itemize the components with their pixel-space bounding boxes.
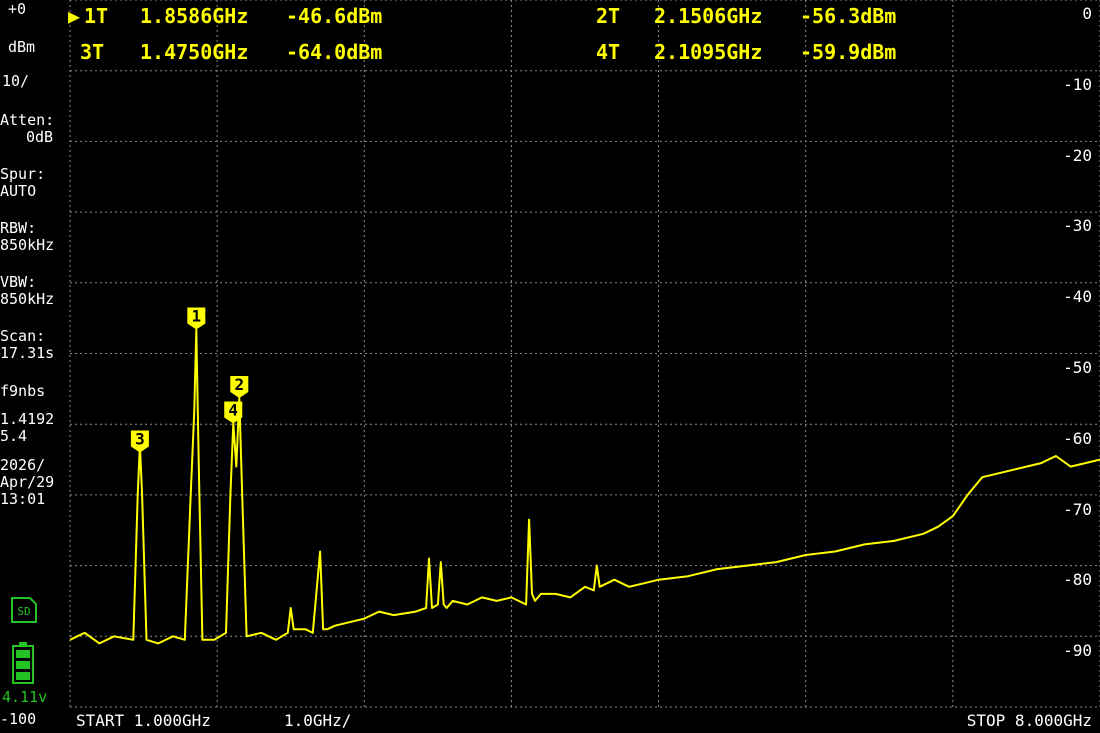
plot-grid [69, 0, 1100, 708]
y-tick-label: -80 [1063, 570, 1092, 589]
stop-frequency[interactable]: STOP 8.000GHz [967, 713, 1092, 729]
marker-4-id[interactable]: 4T [596, 41, 620, 63]
marker-flag-number: 2 [234, 375, 244, 394]
marker-flag-1: 1 [187, 306, 206, 330]
y-tick-label: -90 [1063, 641, 1092, 660]
start-frequency[interactable]: START 1.000GHz [76, 713, 211, 729]
y-tick-label: -30 [1063, 216, 1092, 235]
reference-level[interactable]: +0 [8, 2, 26, 17]
atten-label: Atten: [0, 111, 55, 129]
bottom-level: -100 [0, 710, 37, 728]
active-marker-indicator: ▶ [68, 4, 81, 28]
frequency-per-div: 1.0GHz/ [284, 711, 352, 730]
marker-flag-number: 1 [192, 306, 202, 325]
marker-4-frequency: 2.1095GHz [654, 40, 763, 64]
vbw-value[interactable]: 850kHz [0, 292, 54, 307]
sd-card-icon[interactable]: SD [8, 596, 38, 624]
marker-4-level: -59.9dBm [800, 40, 897, 64]
firmware-label: f9nbs [0, 382, 46, 400]
y-tick-label: -70 [1063, 500, 1092, 519]
reference-unit: dBm [8, 38, 36, 56]
atten-value[interactable]: 0dB [26, 130, 53, 145]
firmware-version: 1.4192 [0, 410, 55, 428]
marker-flags: 1 2 3 4 [130, 306, 249, 453]
marker-1-frequency: 1.8586GHz [140, 4, 249, 28]
marker-3-level: -64.0dBm [286, 40, 383, 64]
rbw-value[interactable]: 850kHz [0, 238, 54, 253]
sd-card-label: SD [17, 605, 30, 618]
spectrum-trace [69, 328, 1100, 645]
vbw-label: VBW: [0, 273, 37, 291]
date-year: 2026/ [0, 456, 46, 474]
y-tick-label: -50 [1063, 358, 1092, 377]
marker-3-frequency: 1.4750GHz [140, 40, 249, 64]
battery-icon [12, 642, 34, 684]
y-tick-label: 0 [1082, 4, 1092, 23]
marker-1-id[interactable]: 1T [84, 5, 108, 27]
y-tick-label: -40 [1063, 287, 1092, 306]
y-tick-label: -20 [1063, 146, 1092, 165]
scan-label: Scan: [0, 327, 46, 345]
spectrum-analyzer-screen: 1 2 3 4 +0 dBm 10/ Atten: 0dB Spur: AUTO RB… [0, 0, 1100, 733]
spectrum-plot[interactable]: 1 2 3 4 [0, 0, 1100, 733]
clock-time: 13:01 [0, 490, 46, 508]
firmware-build: 5.4 [0, 427, 28, 445]
y-tick-label: -10 [1063, 75, 1092, 94]
marker-1-level: -46.6dBm [286, 4, 383, 28]
marker-flag-number: 4 [228, 400, 238, 419]
rbw-label: RBW: [0, 219, 37, 237]
scale-per-div[interactable]: 10/ [2, 74, 29, 89]
spur-label: Spur: [0, 165, 46, 183]
spur-value[interactable]: AUTO [0, 184, 36, 199]
marker-2-level: -56.3dBm [800, 4, 897, 28]
marker-flag-3: 3 [130, 429, 149, 453]
marker-2-id[interactable]: 2T [596, 5, 620, 27]
marker-2-frequency: 2.1506GHz [654, 4, 763, 28]
marker-flag-2: 2 [230, 375, 249, 399]
battery-voltage: 4.11v [2, 688, 48, 706]
scan-time-value[interactable]: 17.31s [0, 346, 54, 361]
y-tick-label: -60 [1063, 429, 1092, 448]
marker-flag-number: 3 [135, 429, 145, 448]
date-day: Apr/29 [0, 473, 55, 491]
marker-3-id[interactable]: 3T [80, 41, 104, 63]
